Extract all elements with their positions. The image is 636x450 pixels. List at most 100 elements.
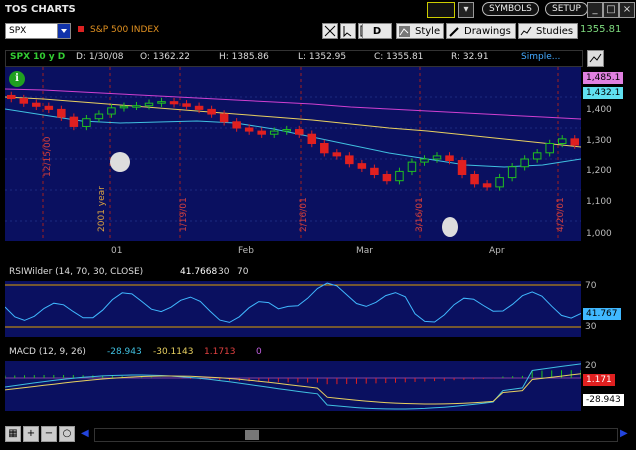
candle-body [432,155,442,160]
link-dropdown-icon[interactable]: ▾ [458,2,474,18]
candle-body [232,121,241,129]
quote-mode: Simple... [521,52,561,62]
candle-body [57,108,66,118]
cursor-button[interactable] [340,23,356,39]
candle-body [19,98,29,104]
candle-body [295,129,304,135]
crosshair-icon [324,25,336,37]
candle-body [382,174,392,182]
chevron-down-icon [61,29,67,33]
studies-button[interactable]: Studies [518,23,578,39]
style-button[interactable]: Style [396,23,444,39]
pencil-icon [449,27,459,37]
macd-panel[interactable] [4,361,582,411]
candle-body [557,138,567,144]
grid-icon[interactable]: ▦ [5,426,21,442]
scroll-right-icon[interactable]: ▶ [620,428,628,439]
link-color-box[interactable] [427,2,455,18]
macd-tick: 20 [585,361,597,371]
macd-line [4,363,582,410]
crosshair-button[interactable] [322,23,338,39]
candle-body [395,170,404,182]
candle-body [307,133,317,144]
candle-body [570,138,579,146]
event-label: 2001 year [97,186,107,232]
window-title: TOS CHARTS [5,4,76,15]
rsi-overbought: 70 [237,267,249,277]
candle-body [457,160,467,176]
rsi-header: RSIWilder (14, 70, 30, CLOSE) 41.7668 30… [5,266,581,279]
minimize-icon[interactable]: _ [587,2,603,18]
candle-body [144,102,154,107]
price-chart-svg [5,67,581,241]
cursor-icon [343,26,352,38]
scroll-left-icon[interactable]: ◀ [81,428,89,439]
event-label: 2/16/01 [299,197,309,232]
price-axis[interactable]: 1,485.1 1,432.1 1,400 1,300 1,200 1,100 … [581,67,636,241]
candle-body [69,116,79,127]
last-price: 1355.81 [580,24,622,35]
setup-button[interactable]: SETUP [545,2,588,16]
title-bar: TOS CHARTS ▾ SYMBOLS SETUP _ □ × [0,0,636,22]
zoom-in-icon[interactable]: + [23,426,39,442]
price-tag-high: 1,485.1 [583,72,624,84]
candle-body [345,155,354,165]
candle-body [119,105,129,109]
time-tick: 01 [111,246,123,256]
candle-body [194,105,204,110]
time-tick: Feb [238,246,254,256]
drawings-button[interactable]: Drawings [446,23,516,39]
candle-body [257,130,266,135]
candle-body [470,174,479,185]
candles [7,91,579,191]
price-tag-last: 1,432.1 [583,87,624,99]
quote-range: R: 32.91 [451,52,489,62]
event-marker[interactable] [110,152,130,172]
candle-body [44,105,54,110]
macd-zero: 0 [256,347,262,357]
candle-body [244,127,254,132]
period-button[interactable]: D [362,23,392,39]
rsi-value: 41.7668 [180,267,218,277]
candle-body [32,102,41,107]
time-axis[interactable]: 01 Feb Mar Apr [5,243,581,259]
horizontal-scrollbar[interactable] [94,428,618,442]
price-tick: 1,200 [586,166,612,176]
zoom-out-icon[interactable]: − [41,426,57,442]
macd-label: MACD (12, 9, 26) [9,347,86,357]
rsi-line [4,282,582,323]
candle-body [207,108,216,115]
quote-low: L: 1352.95 [298,52,347,62]
symbol-dropdown[interactable] [57,23,71,39]
macd-tag-value: -28.943 [583,394,624,406]
candle-body [169,101,179,105]
rsi-panel[interactable] [4,281,582,337]
close-icon[interactable]: × [619,2,635,18]
candle-body [94,113,104,120]
symbols-button[interactable]: SYMBOLS [482,2,539,16]
rsi-axis[interactable]: 70 41.767 30 [581,281,636,337]
candle-body [269,130,279,135]
scrollbar-thumb[interactable] [245,430,259,440]
price-panel[interactable]: i 12/15/00 2001 year 1/19/01 2/16/01 3/1… [5,67,581,241]
rsi-tick: 70 [585,281,597,291]
candle-body [282,129,291,132]
event-marker[interactable] [442,217,458,237]
candle-body [495,177,504,188]
macd-axis[interactable]: 20 1.171 -28.943 [581,361,636,411]
maximize-icon[interactable]: □ [603,2,619,18]
event-label: 12/15/00 [43,136,53,177]
quote-name: SPX 10 y D [10,52,66,62]
rsi-tick: 30 [585,322,597,332]
chart-settings-button[interactable] [587,50,604,67]
price-tick: 1,300 [586,136,612,146]
rsi-tag: 41.767 [583,308,621,320]
chart-settings-icon [589,53,602,63]
candle-body [445,155,454,162]
event-label: 4/20/01 [556,197,566,232]
info-icon[interactable]: i [9,71,25,87]
candle-body [82,118,91,127]
symbol-input[interactable]: SPX [5,23,60,39]
style-icon [399,26,410,37]
zoom-reset-icon[interactable]: ○ [59,426,75,442]
